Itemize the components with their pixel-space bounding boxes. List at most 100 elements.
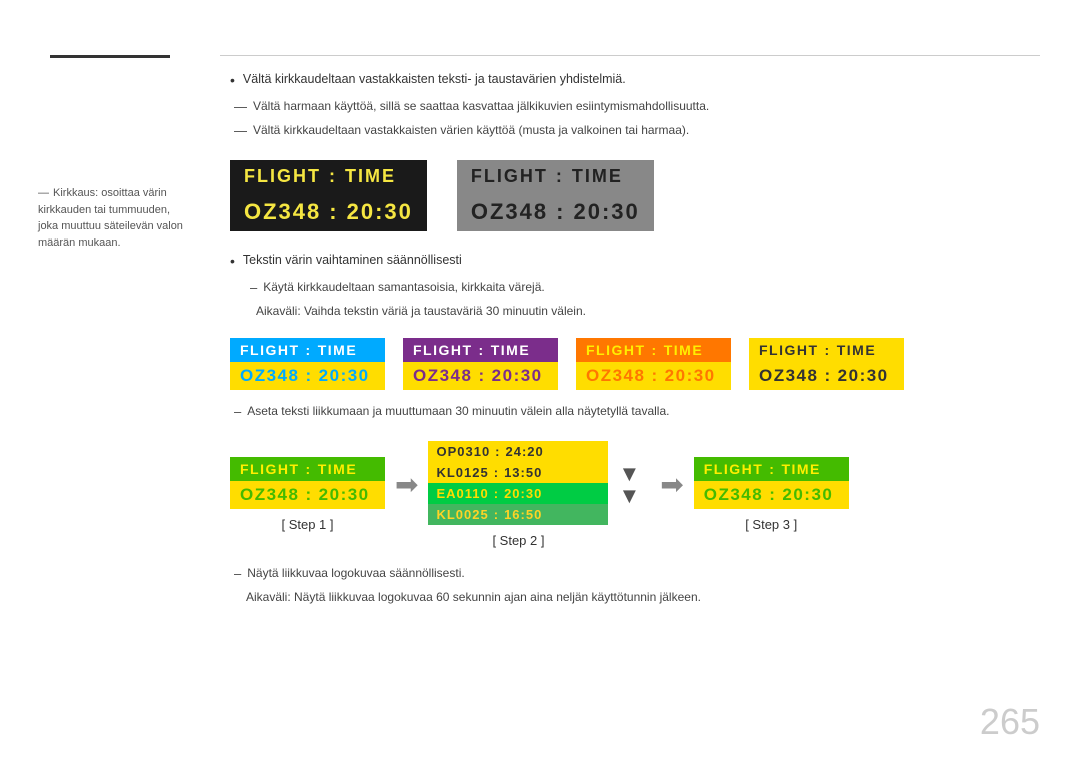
bullet-text-1: Vältä kirkkaudeltaan vastakkaisten tekst… [243, 70, 626, 89]
step1-colon2: : [305, 485, 312, 505]
sm-colon2-orange: : [651, 366, 658, 386]
sm-val-cyan: 20:30 [319, 366, 370, 386]
page-number: 265 [980, 701, 1040, 743]
dash-item-2: — Vältä harmaan käyttöä, sillä se saatta… [230, 97, 1040, 117]
step2-label: [ Step 2 ] [492, 533, 544, 548]
oz-label: OZ348 [244, 199, 321, 225]
step3-oz: OZ348 [704, 485, 763, 505]
mf-colon-4: : [494, 507, 499, 522]
step1-time: TIME [318, 461, 357, 477]
mf-colon-3: : [494, 486, 499, 501]
mf-code-2: KL0125 [436, 465, 488, 480]
step3-time: TIME [781, 461, 820, 477]
flight-board-yellow-dark: FLIGHT : TIME OZ348 : 20:30 [749, 338, 904, 390]
top-line [220, 55, 1040, 56]
dash-steps-text: Aseta teksti liikkumaan ja muuttumaan 30… [247, 402, 669, 420]
dash-text-5: Aikaväli: Vaihda tekstin väriä ja tausta… [256, 302, 586, 320]
flight-board-cyan: FLIGHT : TIME OZ348 : 20:30 [230, 338, 385, 390]
colon2-gray: : [556, 199, 565, 225]
step1-flight: FLIGHT [240, 461, 300, 477]
colon1-gray: : [556, 166, 564, 187]
bullet-icon-1: • [230, 70, 235, 91]
step1-row1: FLIGHT : TIME [230, 457, 385, 481]
step2-multi-flight: OP0310 : 24:20 KL0125 : 13:50 EA0110 : 2… [428, 441, 608, 525]
sm-colon2-cyan: : [305, 366, 312, 386]
sm-row1-orange: FLIGHT : TIME [576, 338, 731, 362]
flight-board-dark-yellow: FLIGHT : TIME OZ348 : 20:30 [230, 160, 427, 231]
sm-time-cyan: TIME [318, 342, 357, 358]
sm-time-purple: TIME [491, 342, 530, 358]
sm-time-yd: TIME [837, 342, 876, 358]
step1-row2: OZ348 : 20:30 [230, 481, 385, 509]
dash-item-5: Aikaväli: Vaihda tekstin väriä ja tausta… [230, 302, 1040, 320]
mf-code-4: KL0025 [436, 507, 488, 522]
big-boards-section: FLIGHT : TIME OZ348 : 20:30 FLIGHT : TIM… [230, 160, 1040, 231]
dash-text-2: Vältä harmaan käyttöä, sillä se saattaa … [253, 97, 709, 115]
bullet-item-4: • Tekstin värin vaihtaminen säännöllises… [230, 251, 1040, 272]
mf-code-3: EA0110 [436, 486, 488, 501]
mf-time-3: 20:30 [504, 486, 542, 501]
step1-label: [ Step 1 ] [281, 517, 333, 532]
step1-colon1: : [306, 461, 312, 477]
sm-colon1-yd: : [825, 342, 831, 358]
small-boards-section: FLIGHT : TIME OZ348 : 20:30 FLIGHT : TIM… [230, 338, 1040, 390]
arrow-down-1: ▼ [618, 463, 640, 485]
sm-row1-purple: FLIGHT : TIME [403, 338, 558, 362]
dash-text-4: Käytä kirkkaudeltaan samantasoisia, kirk… [263, 278, 544, 296]
mf-colon-1: : [495, 444, 500, 459]
step3-board: FLIGHT : TIME OZ348 : 20:30 [694, 457, 849, 509]
step3-val: 20:30 [782, 485, 833, 505]
dash-item-3: — Vältä kirkkaudeltaan vastakkaisten vär… [230, 121, 1040, 141]
mf-code-1: OP0310 [436, 444, 490, 459]
footnote-dash-icon-1: – [234, 564, 241, 584]
board-row2-dark: OZ348 : 20:30 [230, 193, 427, 231]
sm-val-orange: 20:30 [665, 366, 716, 386]
sm-time-orange: TIME [664, 342, 703, 358]
step3-flight: FLIGHT [704, 461, 764, 477]
mf-time-2: 13:50 [504, 465, 542, 480]
bullet-text-4: Tekstin värin vaihtaminen säännöllisesti [243, 251, 462, 270]
bullet-item-1: • Vältä kirkkaudeltaan vastakkaisten tek… [230, 70, 1040, 91]
dash-steps-note: – Aseta teksti liikkumaan ja muuttumaan … [230, 402, 1040, 422]
step3-label: [ Step 3 ] [745, 517, 797, 532]
mf-row-1: OP0310 : 24:20 [428, 441, 608, 462]
step3-colon1: : [769, 461, 775, 477]
sm-oz-yd: OZ348 [759, 366, 818, 386]
sm-oz-cyan: OZ348 [240, 366, 299, 386]
left-bar [50, 55, 170, 58]
step3-row1: FLIGHT : TIME [694, 457, 849, 481]
step3-colon2: : [769, 485, 776, 505]
step-3-block: FLIGHT : TIME OZ348 : 20:30 [ Step 3 ] [694, 457, 849, 532]
time-value-gray: 20:30 [573, 199, 639, 225]
arrow-right-1: ➡ [395, 468, 418, 501]
footnote-section: – Näytä liikkuvaa logokuvaa säännöllises… [230, 564, 1040, 606]
mf-row-2: KL0125 : 13:50 [428, 462, 608, 483]
sm-oz-orange: OZ348 [586, 366, 645, 386]
time-label-gray: TIME [572, 166, 623, 187]
flight-label-gray: FLIGHT [471, 166, 548, 187]
sm-row2-cyan: OZ348 : 20:30 [230, 362, 385, 390]
step1-val: 20:30 [319, 485, 370, 505]
step-1-block: FLIGHT : TIME OZ348 : 20:30 [ Step 1 ] [230, 457, 385, 532]
dash-icon-3: — [234, 121, 247, 141]
mf-time-4: 16:50 [504, 507, 542, 522]
flight-label: FLIGHT [244, 166, 321, 187]
mf-colon-2: : [494, 465, 499, 480]
mf-time-1: 24:20 [506, 444, 544, 459]
sm-oz-purple: OZ348 [413, 366, 472, 386]
sm-row2-orange: OZ348 : 20:30 [576, 362, 731, 390]
time-label: TIME [345, 166, 396, 187]
arrow-down-2: ▼ [618, 485, 640, 507]
mf-row-4: KL0025 : 16:50 [428, 504, 608, 525]
dash-text-3: Vältä kirkkaudeltaan vastakkaisten värie… [253, 121, 689, 139]
step-2-block: OP0310 : 24:20 KL0125 : 13:50 EA0110 : 2… [428, 441, 608, 548]
steps-section: FLIGHT : TIME OZ348 : 20:30 [ Step 1 ] ➡… [230, 441, 1040, 548]
arrow-down-container: ▼ ▼ [618, 463, 640, 507]
time-value: 20:30 [347, 199, 413, 225]
footnote-dash-1: – Näytä liikkuvaa logokuvaa säännöllises… [230, 564, 1040, 584]
sm-colon1-orange: : [652, 342, 658, 358]
footnote-text-1: Näytä liikkuvaa logokuvaa säännöllisesti… [247, 564, 464, 582]
bullet-icon-4: • [230, 251, 235, 272]
sm-row2-purple: OZ348 : 20:30 [403, 362, 558, 390]
colon1: : [329, 166, 337, 187]
